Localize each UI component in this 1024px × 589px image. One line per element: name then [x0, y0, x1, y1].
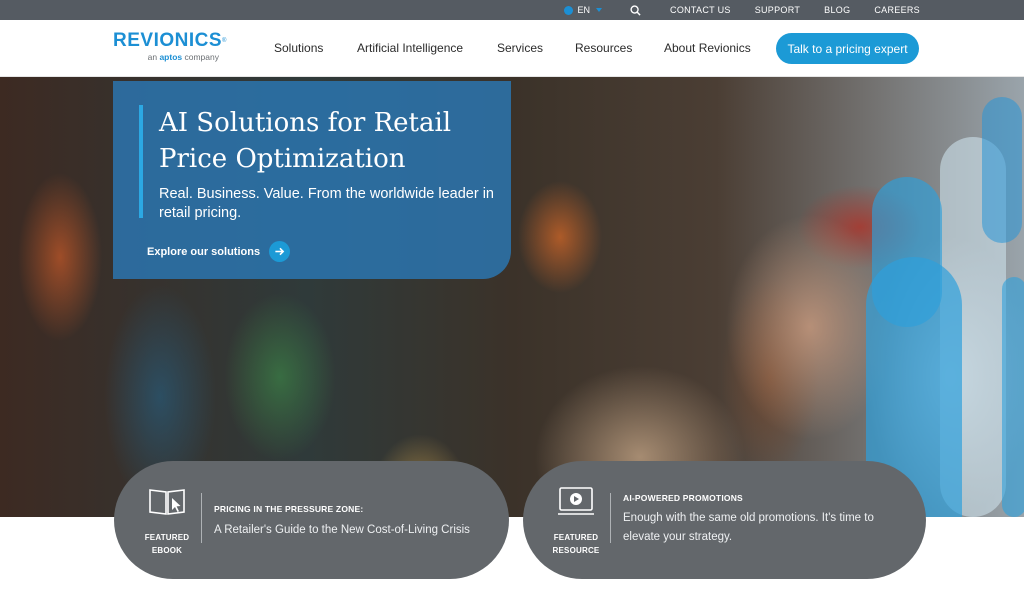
- contact-us-link[interactable]: CONTACT US: [670, 5, 731, 15]
- decorative-capsule: [982, 97, 1022, 243]
- search-icon[interactable]: [630, 4, 642, 16]
- open-book-icon: [147, 486, 187, 522]
- video-monitor-icon: [556, 486, 596, 522]
- hero-title: AI Solutions for Retail Price Optimizati…: [159, 108, 452, 174]
- pricing-expert-button[interactable]: Talk to a pricing expert: [776, 33, 919, 64]
- utility-bar: EN CONTACT US SUPPORT BLOG CAREERS: [0, 0, 1024, 20]
- page: EN CONTACT US SUPPORT BLOG CAREERS Revio…: [0, 0, 1024, 589]
- featured-ebook-text: A Retailer's Guide to the New Cost-of-Li…: [214, 524, 470, 536]
- explore-solutions-label: Explore our solutions: [147, 245, 261, 258]
- explore-solutions-link[interactable]: Explore our solutions: [147, 241, 291, 262]
- featured-resource-card[interactable]: FEATURED RESOURCE AI-POWERED PROMOTIONS E…: [523, 461, 926, 579]
- support-link[interactable]: SUPPORT: [755, 5, 800, 15]
- hero-banner: AI Solutions for Retail Price Optimizati…: [0, 77, 1024, 517]
- featured-ebook-eyebrow: PRICING IN THE PRESSURE ZONE:: [214, 504, 364, 514]
- logo[interactable]: Revionics® an aptos company: [113, 30, 233, 66]
- chevron-down-icon: [596, 8, 603, 12]
- card-divider: [610, 493, 611, 543]
- featured-resource-eyebrow: AI-POWERED PROMOTIONS: [623, 493, 743, 503]
- arrow-right-icon: [269, 241, 291, 262]
- language-selector[interactable]: EN: [563, 5, 603, 15]
- card-divider: [201, 493, 202, 543]
- logo-tagline: an aptos company: [147, 52, 219, 62]
- featured-ebook-tag: FEATURED EBOOK: [144, 533, 190, 555]
- globe-icon: [563, 5, 573, 15]
- nav-resources[interactable]: Resources: [575, 41, 632, 55]
- logo-wordmark: Revionics®: [113, 30, 227, 51]
- nav-solutions[interactable]: Solutions: [274, 41, 323, 55]
- hero-accent-bar: [139, 105, 143, 218]
- blog-link[interactable]: BLOG: [824, 5, 850, 15]
- main-nav: Revionics® an aptos company Solutions Ar…: [0, 20, 1024, 77]
- featured-ebook-card[interactable]: FEATURED EBOOK PRICING IN THE PRESSURE ZO…: [114, 461, 509, 579]
- nav-services[interactable]: Services: [497, 41, 543, 55]
- nav-artificial-intelligence[interactable]: Artificial Intelligence: [357, 41, 463, 55]
- hero-panel: AI Solutions for Retail Price Optimizati…: [113, 81, 511, 279]
- nav-about-revionics[interactable]: About Revionics: [664, 41, 751, 55]
- language-label: EN: [577, 5, 591, 15]
- featured-resource-text: Enough with the same old promotions. It'…: [623, 512, 874, 543]
- careers-link[interactable]: CAREERS: [874, 5, 920, 15]
- hero-subtitle: Real. Business. Value. From the worldwid…: [159, 186, 495, 221]
- featured-resource-tag: FEATURED RESOURCE: [552, 533, 600, 555]
- decorative-capsule: [1002, 277, 1024, 517]
